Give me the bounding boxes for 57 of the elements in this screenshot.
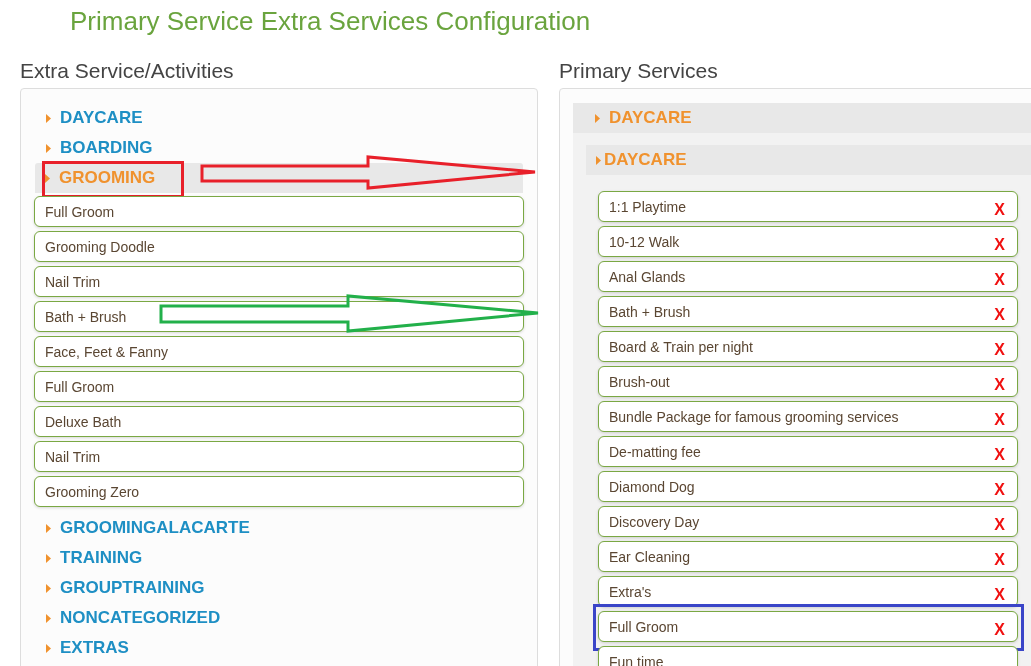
caret-icon: [46, 523, 51, 533]
section-heading: Primary Services: [559, 58, 719, 84]
remove-button[interactable]: X: [994, 550, 1005, 569]
service-name: Bundle Package for famous grooming services: [609, 408, 899, 425]
remove-button[interactable]: X: [994, 445, 1005, 464]
service-item[interactable]: Grooming Zero: [34, 476, 524, 507]
service-item[interactable]: Nail Trim: [34, 266, 524, 297]
service-item[interactable]: Grooming Doodle: [34, 231, 524, 262]
caret-icon: [45, 173, 50, 183]
service-name: Brush-out: [609, 373, 670, 390]
service-name: 1:1 Playtime: [609, 198, 687, 215]
service-item[interactable]: Deluxe Bath: [34, 406, 524, 437]
caret-icon: [46, 143, 51, 153]
remove-button[interactable]: X: [994, 305, 1005, 324]
service-item[interactable]: Nail Trim: [34, 441, 524, 472]
category-link[interactable]: GROOMINGALACARTE: [60, 518, 250, 538]
remove-button[interactable]: X: [994, 410, 1005, 429]
category-link[interactable]: DAYCARE: [60, 108, 143, 128]
service-item[interactable]: Full Groom: [34, 371, 524, 402]
service-name: Bath + Brush: [609, 303, 691, 320]
service-name: 10-12 Walk: [609, 233, 680, 250]
service-name: Extra's: [609, 583, 652, 600]
remove-button[interactable]: X: [994, 200, 1005, 219]
caret-icon: [46, 643, 51, 653]
service-item[interactable]: Full Groom: [34, 196, 524, 227]
caret-icon: [46, 113, 51, 123]
remove-button[interactable]: X: [994, 340, 1005, 359]
page-title: Primary Service Extra Services Configuration: [69, 5, 592, 38]
service-name: Full Groom: [609, 618, 679, 635]
category-link[interactable]: GROUPTRAINING: [60, 578, 205, 598]
service-name: Ear Cleaning: [609, 548, 690, 565]
remove-button[interactable]: X: [994, 480, 1005, 499]
service-name: Fun time: [609, 653, 664, 666]
subgroup-title: DAYCARE: [604, 150, 687, 170]
remove-button[interactable]: X: [994, 620, 1005, 639]
service-name: Anal Glands: [609, 268, 686, 285]
remove-button[interactable]: X: [994, 585, 1005, 604]
caret-icon: [46, 553, 51, 563]
caret-icon: [46, 613, 51, 623]
group-title: DAYCARE: [609, 108, 692, 128]
service-name: Board & Train per night: [609, 338, 753, 355]
category-link[interactable]: NONCATEGORIZED: [60, 608, 221, 628]
remove-button[interactable]: X: [994, 515, 1005, 534]
service-item[interactable]: Face, Feet & Fanny: [34, 336, 524, 367]
caret-icon: [596, 155, 601, 165]
caret-icon: [46, 583, 51, 593]
remove-button[interactable]: X: [994, 235, 1005, 254]
caret-icon: [595, 113, 600, 123]
service-name: Diamond Dog: [609, 478, 695, 495]
category-link[interactable]: TRAINING: [60, 548, 143, 568]
remove-button[interactable]: X: [994, 375, 1005, 394]
category-link[interactable]: BOARDING: [60, 138, 153, 158]
category-link[interactable]: EXTRAS: [60, 638, 129, 658]
section-heading: Extra Service/Activities: [20, 58, 235, 84]
remove-button[interactable]: X: [994, 270, 1005, 289]
service-name: De-matting fee: [609, 443, 701, 460]
service-name: Discovery Day: [609, 513, 700, 530]
